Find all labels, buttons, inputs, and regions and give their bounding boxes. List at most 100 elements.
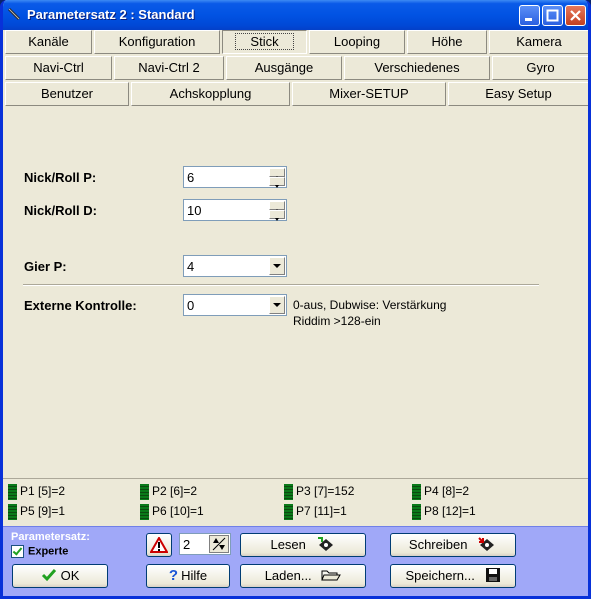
arrow-down-icon <box>275 218 279 221</box>
tab-label: Konfiguration <box>118 34 196 49</box>
speichern-button[interactable]: Speichern... <box>390 564 516 588</box>
tab-mixer-setup[interactable]: Mixer-SETUP <box>292 82 446 106</box>
poti-text: P8 [12]=1 <box>424 504 476 519</box>
arrow-down-icon <box>275 185 279 188</box>
hilfe-label: Hilfe <box>181 568 208 583</box>
nick-roll-p-label: Nick/Roll P: <box>24 170 97 185</box>
maximize-button[interactable] <box>542 5 563 26</box>
ok-label: OK <box>60 568 80 583</box>
parametersatz-number[interactable]: 2 <box>183 537 190 552</box>
tab-label: Verschiedenes <box>374 60 460 75</box>
tab-kamera[interactable]: Kamera <box>489 30 588 54</box>
poti-readout: P6 [10]=1 <box>140 504 204 520</box>
laden-label: Laden... <box>264 568 312 583</box>
poti-readout: P3 [7]=152 <box>284 484 354 500</box>
minimize-icon <box>525 18 532 21</box>
tab-label: Navi-Ctrl 2 <box>138 60 200 75</box>
poti-text: P6 [10]=1 <box>152 504 204 519</box>
level-bar-icon <box>284 484 293 500</box>
experte-checkbox[interactable]: Experte <box>11 545 68 558</box>
externe-kontrolle-label: Externe Kontrolle: <box>24 298 137 313</box>
externe-kontrolle-value: 0 <box>187 298 195 313</box>
updown-arrows-icon[interactable] <box>209 535 229 553</box>
tab-verschiedenes[interactable]: Verschiedenes <box>344 56 490 80</box>
tab-label: Gyro <box>526 60 555 75</box>
spin-down-button[interactable] <box>269 210 285 221</box>
experte-label: Experte <box>28 545 69 558</box>
nick-roll-p-spinner[interactable]: 6 <box>183 166 287 188</box>
tab-looping[interactable]: Looping <box>309 30 405 54</box>
poti-text: P7 [11]=1 <box>296 504 347 519</box>
gier-p-dropdown[interactable]: 4 <box>183 255 287 277</box>
warning-button[interactable] <box>146 533 172 557</box>
spin-up-button[interactable] <box>269 168 285 179</box>
checkmark-icon <box>41 569 56 582</box>
nick-roll-p-value[interactable]: 6 <box>187 170 194 185</box>
poti-readouts: P1 [5]=2 P2 [6]=2 P3 [7]=152 P4 [8]=2 P5… <box>3 478 588 525</box>
tab-konfiguration[interactable]: Konfiguration <box>94 30 220 54</box>
tab-label: Easy Setup <box>485 86 552 101</box>
externe-kontrolle-dropdown[interactable]: 0 <box>183 294 287 316</box>
tab-stick[interactable]: Stick <box>222 30 307 54</box>
spin-down-button[interactable] <box>269 177 285 188</box>
poti-readout: P8 [12]=1 <box>412 504 476 520</box>
lesen-button[interactable]: Lesen <box>240 533 366 557</box>
hilfe-button[interactable]: ? Hilfe <box>146 564 230 588</box>
maximize-icon <box>546 9 559 22</box>
lesen-label: Lesen <box>270 537 306 552</box>
level-bar-icon <box>8 504 17 520</box>
tab-navi-ctrl-2[interactable]: Navi-Ctrl 2 <box>114 56 224 80</box>
nick-roll-d-label: Nick/Roll D: <box>24 203 97 218</box>
close-icon <box>570 10 581 21</box>
dropdown-button[interactable] <box>269 296 285 314</box>
nick-roll-d-value[interactable]: 10 <box>187 203 201 218</box>
level-bar-icon <box>412 504 421 520</box>
tab-label: Achskopplung <box>169 86 252 101</box>
poti-text: P4 [8]=2 <box>424 484 470 499</box>
tab-kanaele[interactable]: Kanäle <box>5 30 92 54</box>
minimize-button[interactable] <box>519 5 540 26</box>
tab-ausgaenge[interactable]: Ausgänge <box>226 56 342 80</box>
poti-readout: P1 [5]=2 <box>8 484 65 500</box>
tab-benutzer[interactable]: Benutzer <box>5 82 129 106</box>
tab-label: Benutzer <box>40 86 94 101</box>
tab-navi-ctrl[interactable]: Navi-Ctrl <box>5 56 112 80</box>
poti-text: P3 [7]=152 <box>296 484 355 499</box>
app-icon <box>8 8 20 20</box>
level-bar-icon <box>284 504 293 520</box>
schreiben-label: Schreiben <box>408 537 468 552</box>
externe-kontrolle-hint: 0-aus, Dubwise: Verstärkung Riddim >128-… <box>293 297 446 329</box>
tab-gyro[interactable]: Gyro <box>492 56 588 80</box>
hint-line: Riddim >128-ein <box>293 314 381 328</box>
read-device-icon <box>317 537 333 551</box>
tab-label: Höhe <box>431 34 463 49</box>
tab-easy-setup[interactable]: Easy Setup <box>448 82 588 106</box>
bottom-panel: Parametersatz: Experte OK 2 ? Hilfe Lesen… <box>3 526 588 596</box>
poti-text: P5 [9]=1 <box>20 504 66 519</box>
chevron-down-icon <box>273 264 281 268</box>
help-icon: ? <box>168 567 179 584</box>
gier-p-label: Gier P: <box>24 259 67 274</box>
parametersatz-label: Parametersatz: <box>11 531 90 543</box>
nick-roll-d-spinner[interactable]: 10 <box>183 199 287 221</box>
divider <box>23 284 539 286</box>
parametersatz-spinner[interactable]: 2 <box>179 533 231 555</box>
ok-button[interactable]: OK <box>12 564 108 588</box>
tab-achskopplung[interactable]: Achskopplung <box>131 82 290 106</box>
laden-button[interactable]: Laden... <box>240 564 366 588</box>
tab-hoehe[interactable]: Höhe <box>407 30 487 54</box>
tab-label: Looping <box>333 34 381 49</box>
hint-line: 0-aus, Dubwise: Verstärkung <box>293 298 447 312</box>
gier-p-value: 4 <box>187 259 195 274</box>
level-bar-icon <box>8 484 17 500</box>
level-bar-icon <box>140 504 149 520</box>
spin-up-button[interactable] <box>269 201 285 212</box>
tab-label: Kamera <box>516 34 562 49</box>
chevron-down-icon <box>273 303 281 307</box>
schreiben-button[interactable]: Schreiben <box>390 533 516 557</box>
close-button[interactable] <box>565 5 586 26</box>
title-bar[interactable]: Parametersatz 2 : Standard <box>3 0 588 30</box>
write-device-icon <box>478 537 495 551</box>
checkbox-checked-icon[interactable] <box>11 545 24 558</box>
dropdown-button[interactable] <box>269 257 285 275</box>
